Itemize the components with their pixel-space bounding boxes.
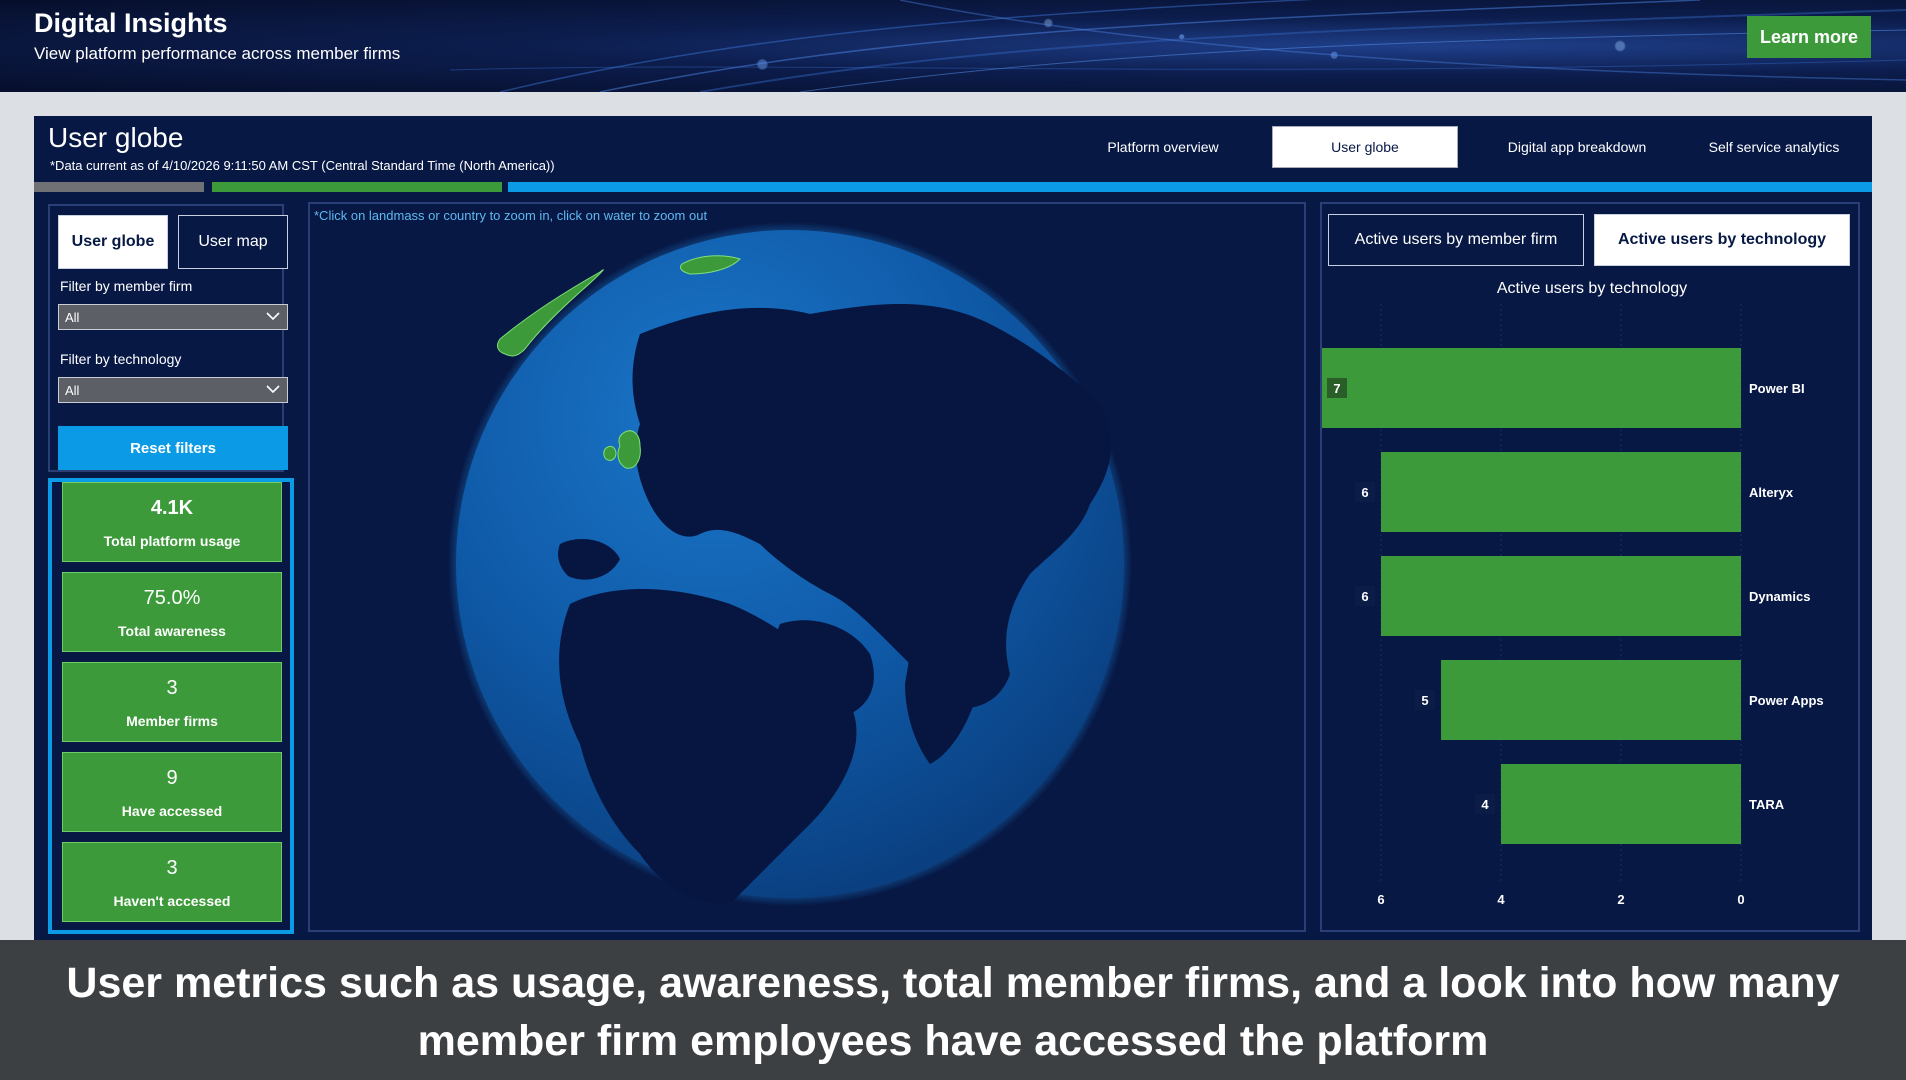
- filter-box: User globe User map Filter by member fir…: [48, 204, 288, 472]
- x-tick-label: 2: [1617, 892, 1624, 907]
- globe-hint: *Click on landmass or country to zoom in…: [314, 208, 708, 223]
- category-label: TARA: [1749, 797, 1785, 812]
- kpi-total-awareness: 75.0% Total awareness: [62, 572, 282, 652]
- data-label: 7: [1333, 381, 1340, 396]
- kpi-value: 4.1K: [150, 497, 194, 519]
- banner-subtitle: View platform performance across member …: [34, 44, 401, 63]
- progress-segment-blue: [508, 182, 1872, 192]
- data-label: 5: [1421, 693, 1428, 708]
- dashboard-header: User globe *Data current as of 4/10/2026…: [34, 116, 1872, 182]
- technology-select[interactable]: All: [58, 377, 288, 403]
- x-tick-label: 6: [1377, 892, 1384, 907]
- tab-digital-app-breakdown[interactable]: Digital app breakdown: [1484, 126, 1670, 168]
- data-label: 6: [1361, 589, 1368, 604]
- kpi-label: Haven't accessed: [113, 893, 231, 909]
- category-label: Dynamics: [1749, 589, 1810, 604]
- reset-filters-button[interactable]: Reset filters: [58, 426, 288, 470]
- kpi-label: Total platform usage: [103, 533, 241, 549]
- globe-map[interactable]: [310, 204, 1308, 934]
- kpi-havent-accessed: 3 Haven't accessed: [62, 842, 282, 922]
- kpi-label: Total awareness: [118, 623, 226, 639]
- kpi-have-accessed: 9 Have accessed: [62, 752, 282, 832]
- bar-dynamics[interactable]: [1381, 556, 1741, 636]
- globe-panel[interactable]: *Click on landmass or country to zoom in…: [308, 202, 1306, 932]
- data-label: 6: [1361, 485, 1368, 500]
- kpi-label: Have accessed: [121, 803, 223, 819]
- member-firm-select[interactable]: All: [58, 304, 288, 330]
- progress-segment-gray: [34, 182, 204, 192]
- learn-more-button[interactable]: Learn more: [1747, 16, 1871, 58]
- kpi-member-firms: 3 Member firms: [62, 662, 282, 742]
- dashboard: User globe *Data current as of 4/10/2026…: [34, 116, 1872, 940]
- category-label: Power Apps: [1749, 693, 1824, 708]
- top-banner: Digital Insights View platform performan…: [0, 0, 1906, 92]
- kpi-value: 3: [166, 857, 178, 879]
- chevron-down-icon: [266, 385, 280, 394]
- bar-chart: 7 Power BI 6 Alteryx 6 Dynamics 5 Power Apps 4 TA…: [1322, 304, 1824, 907]
- member-firm-select-value: All: [65, 309, 80, 325]
- data-current-note: *Data current as of 4/10/2026 9:11:50 AM…: [50, 158, 555, 173]
- caption: User metrics such as usage, awareness, t…: [0, 940, 1906, 1080]
- category-label: Alteryx: [1749, 485, 1794, 500]
- kpi-value: 3: [166, 677, 178, 699]
- technology-select-value: All: [65, 382, 80, 398]
- bar-power-apps[interactable]: [1441, 660, 1741, 740]
- tab-self-service-analytics[interactable]: Self service analytics: [1684, 126, 1864, 168]
- kpi-label: Member firms: [126, 713, 218, 729]
- kpi-total-platform-usage: 4.1K Total platform usage: [62, 482, 282, 562]
- page-title: User globe: [48, 122, 184, 153]
- kpi-card-group: 4.1K Total platform usage 75.0% Total aw…: [48, 478, 294, 934]
- tab-user-globe[interactable]: User globe: [1272, 126, 1458, 168]
- ireland-highlight[interactable]: [603, 445, 617, 461]
- bar-tara[interactable]: [1501, 764, 1741, 844]
- subtab-user-globe[interactable]: User globe: [58, 215, 168, 269]
- data-label: 4: [1481, 797, 1489, 812]
- tab-platform-overview[interactable]: Platform overview: [1088, 126, 1238, 168]
- left-panel: User globe User map Filter by member fir…: [48, 204, 294, 934]
- progress-segment-green: [212, 182, 502, 192]
- uk-highlight[interactable]: [617, 430, 641, 469]
- category-label: Power BI: [1749, 381, 1805, 396]
- subtab-user-map[interactable]: User map: [178, 215, 288, 269]
- bar-alteryx[interactable]: [1381, 452, 1741, 532]
- bar-power-bi[interactable]: [1322, 348, 1741, 428]
- kpi-value: 75.0%: [143, 587, 201, 609]
- filter-member-firm-label: Filter by member firm: [60, 278, 193, 294]
- x-tick-label: 0: [1737, 892, 1744, 907]
- filter-technology-label: Filter by technology: [60, 351, 182, 367]
- kpi-value: 9: [166, 767, 178, 789]
- chevron-down-icon: [266, 312, 280, 321]
- banner-title: Digital Insights: [34, 8, 228, 38]
- chart-panel: Active users by member firm Active users…: [1320, 202, 1860, 932]
- x-tick-label: 4: [1497, 892, 1505, 907]
